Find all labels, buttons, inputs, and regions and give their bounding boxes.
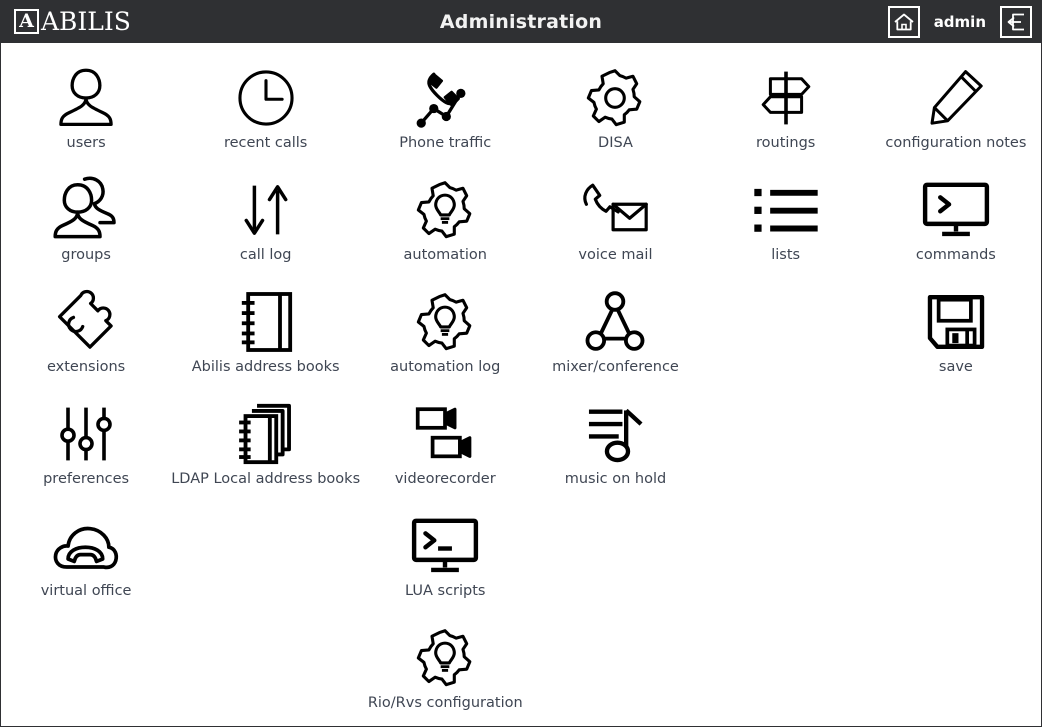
grid-item-label: preferences xyxy=(43,471,130,487)
bullet-list-icon xyxy=(753,171,819,249)
user-icon xyxy=(53,59,119,137)
grid-item-label: save xyxy=(938,359,973,375)
grid-item-ldap-local-address-books[interactable]: LDAP Local address books xyxy=(171,393,360,505)
grid-item-label: routings xyxy=(755,135,816,151)
grid-item-empty xyxy=(530,505,700,617)
grid-item-automation-log[interactable]: automation log xyxy=(360,281,530,393)
brand-name: ABILIS xyxy=(41,7,131,36)
gear-bulb-icon xyxy=(414,619,476,697)
grid-item-empty xyxy=(530,617,700,726)
grid-item-rio-rvs-configuration[interactable]: Rio/Rvs configuration xyxy=(360,617,530,726)
sliders-icon xyxy=(56,395,116,473)
content-area: users recent calls Phone traffic DISA ro… xyxy=(0,43,1042,727)
grid-item-label: videorecorder xyxy=(394,471,496,487)
grid-item-recent-calls[interactable]: recent calls xyxy=(171,57,360,169)
videocamera-icon xyxy=(414,395,476,473)
grid-item-label: LDAP Local address books xyxy=(171,471,361,487)
clock-icon xyxy=(235,59,297,137)
cloud-phone-icon xyxy=(52,507,120,585)
admin-page: A ABILIS Administration admin users rece… xyxy=(0,0,1042,727)
grid-item-abilis-address-books[interactable]: Abilis address books xyxy=(171,281,360,393)
grid-item-virtual-office[interactable]: virtual office xyxy=(1,505,171,617)
arrows-down-up-icon xyxy=(237,171,295,249)
grid-item-label: recent calls xyxy=(223,135,308,151)
grid-item-commands[interactable]: commands xyxy=(871,169,1041,281)
grid-item-empty xyxy=(701,505,871,617)
app-header: A ABILIS Administration admin xyxy=(0,0,1042,43)
monitor-terminal-icon xyxy=(410,507,480,585)
grid-item-save[interactable]: save xyxy=(871,281,1041,393)
grid-item-preferences[interactable]: preferences xyxy=(1,393,171,505)
monitor-prompt-icon xyxy=(921,171,991,249)
grid-item-label: call log xyxy=(239,247,292,263)
grid-item-empty xyxy=(871,505,1041,617)
grid-item-label: virtual office xyxy=(40,583,132,599)
admin-icon-grid: users recent calls Phone traffic DISA ro… xyxy=(1,57,1041,726)
home-icon xyxy=(893,12,915,32)
grid-item-label: mixer/conference xyxy=(552,359,679,375)
grid-item-label: extensions xyxy=(46,359,126,375)
grid-item-lua-scripts[interactable]: LUA scripts xyxy=(360,505,530,617)
grid-item-label: voice mail xyxy=(578,247,653,263)
notebook-icon xyxy=(238,283,294,361)
grid-item-automation[interactable]: automation xyxy=(360,169,530,281)
grid-item-lists[interactable]: lists xyxy=(701,169,871,281)
logout-icon xyxy=(1005,12,1027,32)
grid-item-label: automation xyxy=(403,247,487,263)
brand-mark-icon: A xyxy=(14,9,39,34)
grid-item-music-on-hold[interactable]: music on hold xyxy=(530,393,700,505)
grid-item-empty xyxy=(701,281,871,393)
grid-item-empty xyxy=(701,393,871,505)
grid-item-label: lists xyxy=(771,247,801,263)
home-button[interactable] xyxy=(887,5,920,38)
grid-item-voice-mail[interactable]: voice mail xyxy=(530,169,700,281)
grid-item-empty xyxy=(701,617,871,726)
puzzle-icon xyxy=(53,283,119,361)
grid-item-extensions[interactable]: extensions xyxy=(1,281,171,393)
grid-item-label: Phone traffic xyxy=(399,135,492,151)
phone-traffic-icon xyxy=(411,59,479,137)
grid-item-empty xyxy=(171,617,360,726)
grid-item-call-log[interactable]: call log xyxy=(171,169,360,281)
grid-item-label: LUA scripts xyxy=(405,583,486,599)
grid-item-groups[interactable]: groups xyxy=(1,169,171,281)
current-user: admin xyxy=(933,12,986,31)
pencil-icon xyxy=(926,59,986,137)
grid-item-label: automation log xyxy=(390,359,501,375)
grid-item-empty xyxy=(871,617,1041,726)
grid-item-label: Abilis address books xyxy=(191,359,340,375)
grid-item-label: DISA xyxy=(598,135,633,151)
grid-item-routings[interactable]: routings xyxy=(701,57,871,169)
conference-icon xyxy=(583,283,647,361)
grid-item-empty xyxy=(871,393,1041,505)
grid-item-label: groups xyxy=(61,247,111,263)
grid-item-configuration-notes[interactable]: configuration notes xyxy=(871,57,1041,169)
signpost-icon xyxy=(756,59,816,137)
notebooks-stack-icon xyxy=(234,395,298,473)
grid-item-videorecorder[interactable]: videorecorder xyxy=(360,393,530,505)
brand-logo: A ABILIS xyxy=(14,9,131,34)
logout-button[interactable] xyxy=(1000,5,1032,38)
page-title: Administration xyxy=(439,10,603,33)
gear-bulb-icon xyxy=(414,283,476,361)
grid-item-empty xyxy=(1,617,171,726)
grid-item-users[interactable]: users xyxy=(1,57,171,169)
grid-item-label: music on hold xyxy=(564,471,667,487)
grid-item-label: users xyxy=(66,135,106,151)
header-actions: admin xyxy=(887,5,1032,38)
grid-item-label: Rio/Rvs configuration xyxy=(367,695,523,711)
floppy-icon xyxy=(925,283,987,361)
grid-item-label: commands xyxy=(915,247,996,263)
grid-item-phone-traffic[interactable]: Phone traffic xyxy=(360,57,530,169)
grid-item-empty xyxy=(171,505,360,617)
grid-item-label: configuration notes xyxy=(885,135,1027,151)
users-group-icon xyxy=(51,171,121,249)
music-note-icon xyxy=(584,395,646,473)
gear-icon xyxy=(584,59,646,137)
voicemail-icon xyxy=(580,171,650,249)
gear-bulb-icon xyxy=(414,171,476,249)
grid-item-disa[interactable]: DISA xyxy=(530,57,700,169)
grid-item-mixer-conference[interactable]: mixer/conference xyxy=(530,281,700,393)
